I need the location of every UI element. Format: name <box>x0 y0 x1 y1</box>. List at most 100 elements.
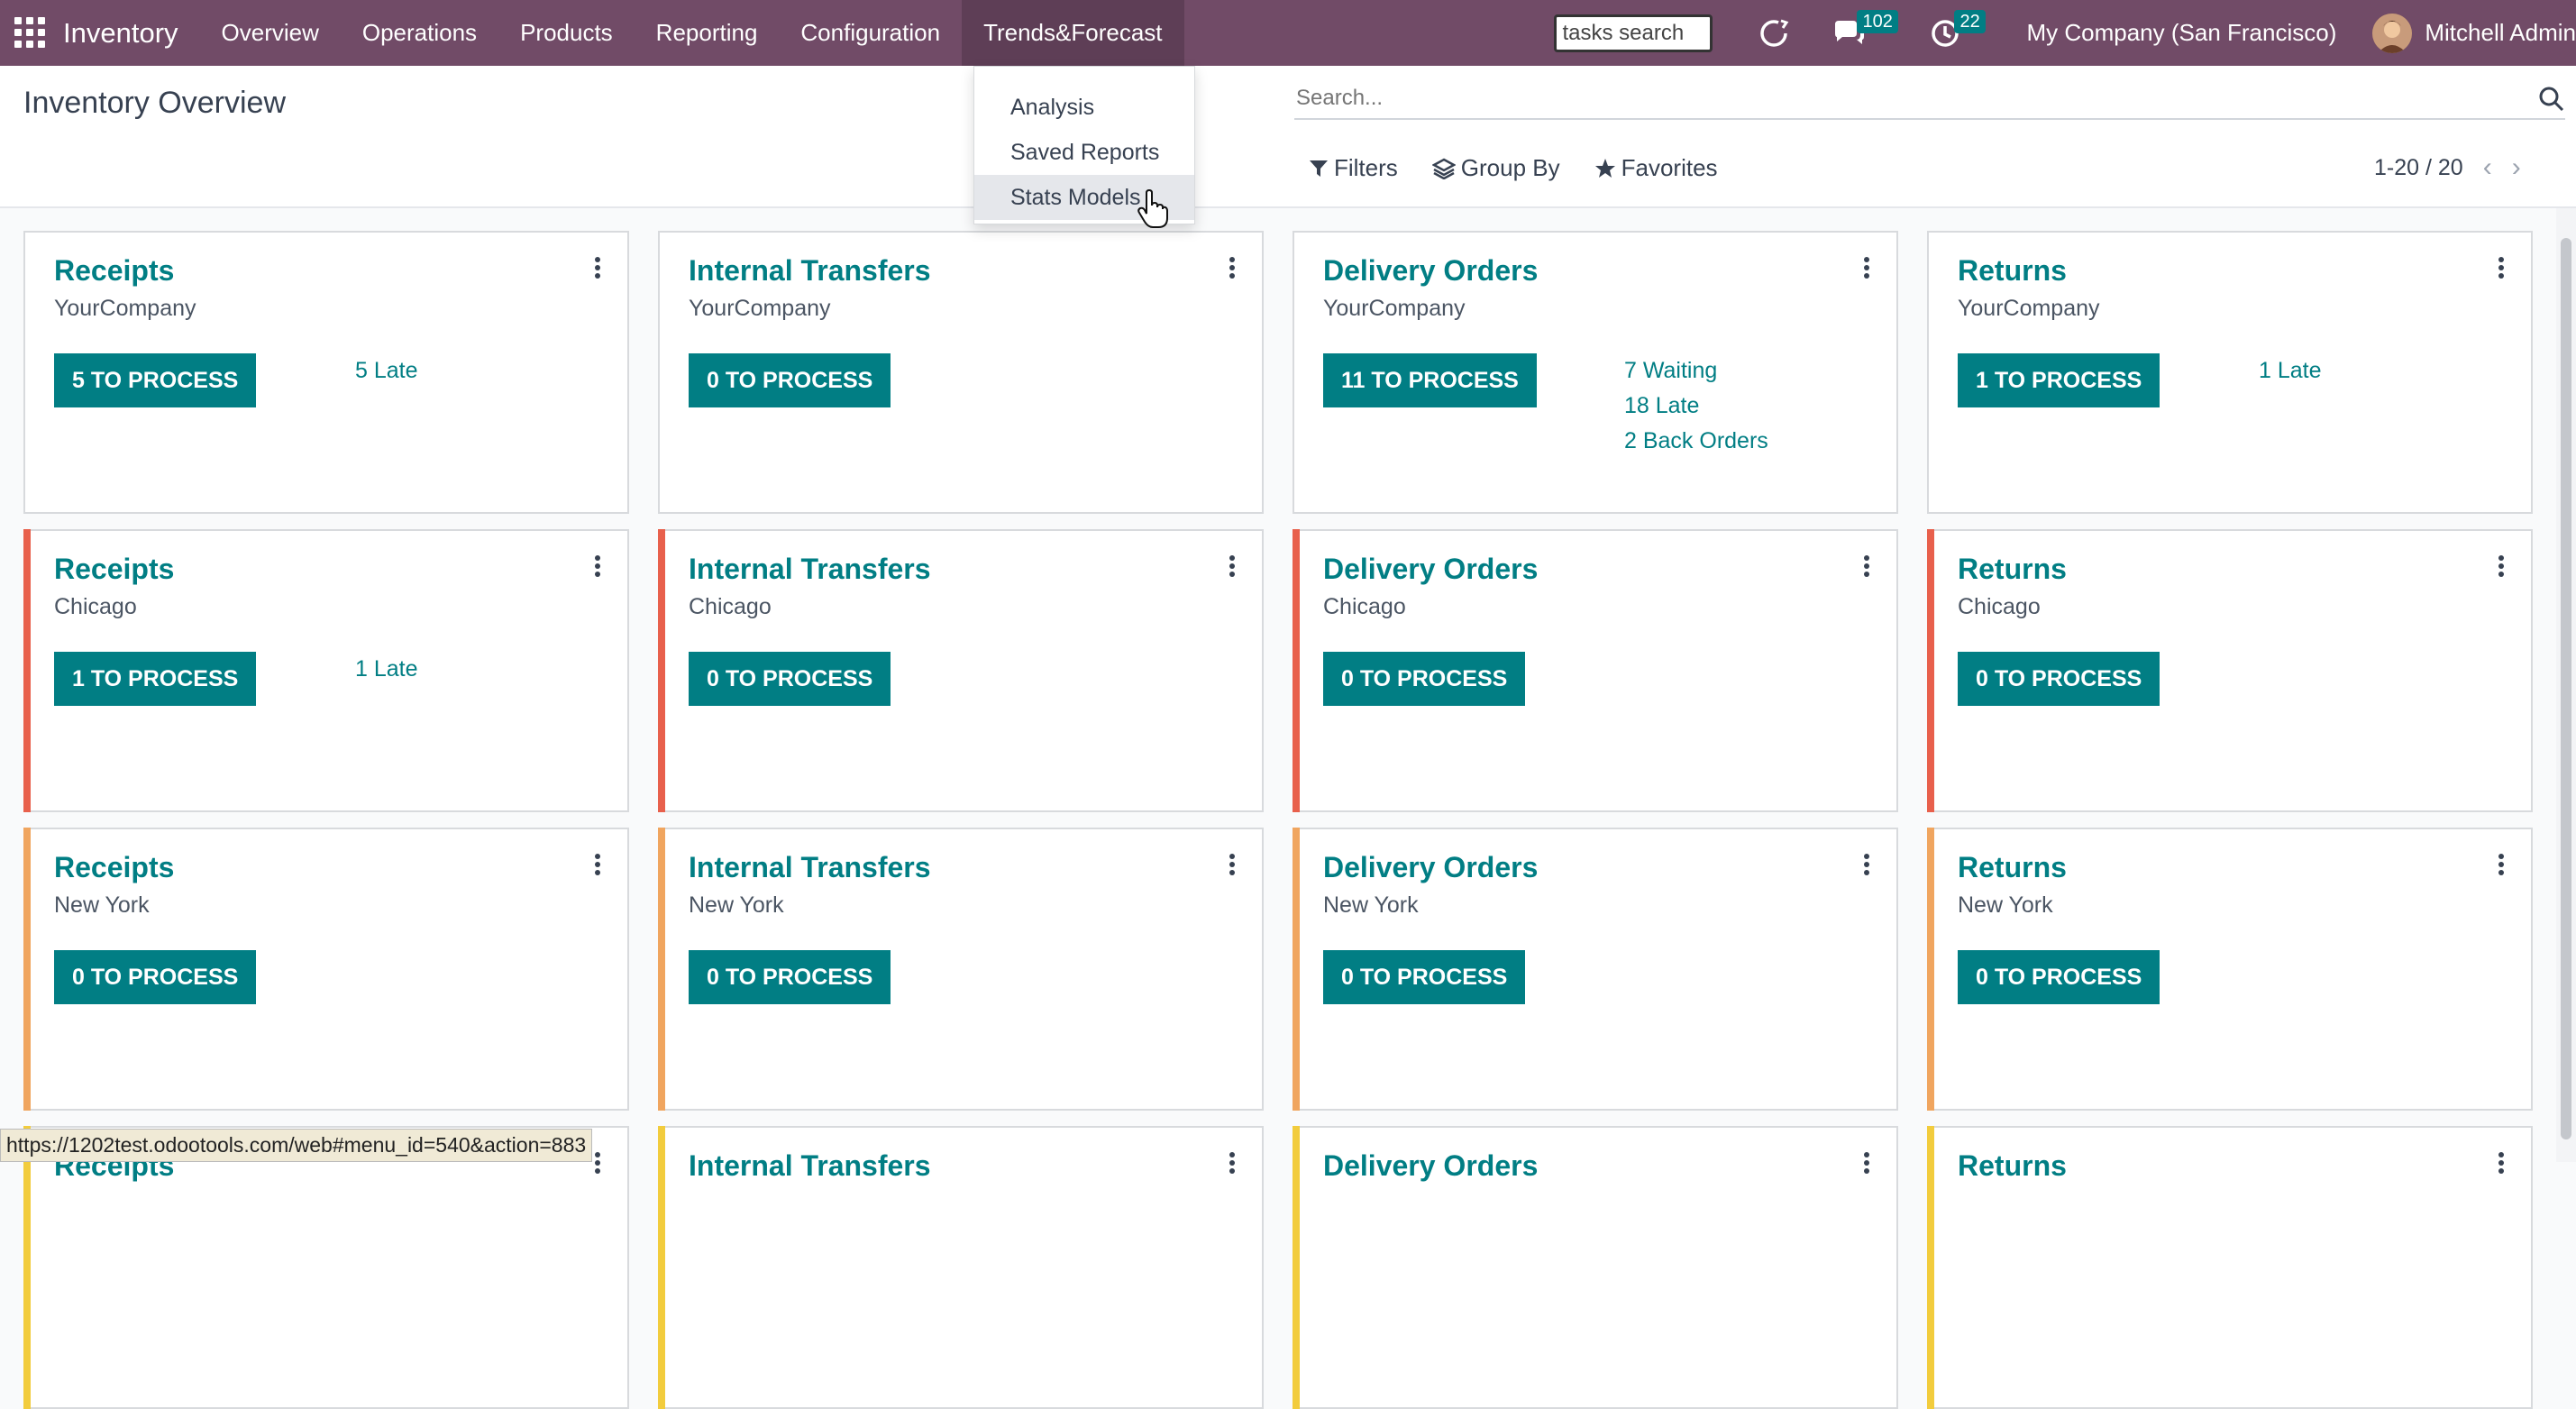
kebab-menu-icon[interactable] <box>2497 256 2506 284</box>
card-warehouse: Chicago <box>1958 594 2041 619</box>
card-color-strip <box>658 529 665 812</box>
menu-overview[interactable]: Overview <box>200 0 341 66</box>
hand-pointer-icon <box>1137 188 1168 233</box>
kebab-menu-icon[interactable] <box>593 554 602 582</box>
card-title[interactable]: Returns <box>1958 851 2067 884</box>
card-warehouse: YourCompany <box>54 296 196 321</box>
card-title[interactable]: Receipts <box>54 851 174 884</box>
filter-funnel-icon <box>1310 160 1328 177</box>
to-process-button[interactable]: 0 TO PROCESS <box>1958 950 2160 1004</box>
picking-type-card: Receipts Chicago 1 TO PROCESS 1 Late <box>23 529 629 812</box>
stat-link[interactable]: 18 Late <box>1624 394 1768 429</box>
kebab-menu-icon[interactable] <box>1862 554 1871 582</box>
user-avatar[interactable] <box>2372 13 2413 53</box>
kebab-menu-icon[interactable] <box>1862 1151 1871 1179</box>
app-brand[interactable]: Inventory <box>63 17 178 50</box>
menu-configuration[interactable]: Configuration <box>779 0 962 66</box>
card-color-strip <box>1927 529 1934 812</box>
search-icon[interactable] <box>2538 86 2565 117</box>
pager-value[interactable]: 1-20 / 20 <box>2374 155 2463 181</box>
picking-type-card: Delivery Orders Chicago 0 TO PROCESS <box>1293 529 1898 812</box>
kebab-menu-icon[interactable] <box>2497 853 2506 881</box>
card-title[interactable]: Delivery Orders <box>1323 1149 1538 1183</box>
messages-icon[interactable]: 102 <box>1832 9 1898 51</box>
apps-grid-icon[interactable] <box>14 16 47 50</box>
favorites-button[interactable]: Favorites <box>1594 154 1718 182</box>
refresh-icon[interactable] <box>1756 15 1792 51</box>
to-process-button[interactable]: 0 TO PROCESS <box>689 353 891 407</box>
card-color-strip <box>1927 828 1934 1111</box>
picking-type-card: Internal Transfers YourCompany 0 TO PROCES… <box>658 231 1264 514</box>
dropdown-item-analysis[interactable]: Analysis <box>974 85 1194 130</box>
stat-link[interactable]: 1 Late <box>355 657 418 692</box>
card-color-strip <box>1293 1126 1300 1409</box>
card-title[interactable]: Delivery Orders <box>1323 851 1538 884</box>
kebab-menu-icon[interactable] <box>1228 554 1237 582</box>
to-process-button[interactable]: 11 TO PROCESS <box>1323 353 1537 407</box>
menu-trends-forecast[interactable]: Trends&Forecast <box>962 0 1184 66</box>
user-name[interactable]: Mitchell Admin <box>2425 19 2576 47</box>
to-process-button[interactable]: 0 TO PROCESS <box>689 950 891 1004</box>
card-title[interactable]: Internal Transfers <box>689 851 931 884</box>
pager: 1-20 / 20 ‹ › <box>2374 152 2521 183</box>
tasks-search-input[interactable] <box>1554 14 1713 52</box>
kebab-menu-icon[interactable] <box>1862 256 1871 284</box>
kebab-menu-icon[interactable] <box>1862 853 1871 881</box>
card-title[interactable]: Delivery Orders <box>1323 553 1538 586</box>
stat-link[interactable]: 5 Late <box>355 359 418 394</box>
menu-reporting[interactable]: Reporting <box>635 0 780 66</box>
stat-link[interactable]: 1 Late <box>2259 359 2322 394</box>
star-icon <box>1594 158 1615 178</box>
dropdown-item-saved-reports[interactable]: Saved Reports <box>974 130 1194 175</box>
card-stats: 5 Late <box>355 359 418 394</box>
company-switcher[interactable]: My Company (San Francisco) <box>2026 19 2336 47</box>
stat-link[interactable]: 2 Back Orders <box>1624 429 1768 464</box>
kebab-menu-icon[interactable] <box>593 1151 602 1179</box>
card-title[interactable]: Returns <box>1958 1149 2067 1183</box>
search-input[interactable] <box>1294 86 2502 111</box>
kebab-menu-icon[interactable] <box>2497 554 2506 582</box>
activities-clock-icon[interactable]: 22 <box>1929 9 1986 51</box>
card-title[interactable]: Returns <box>1958 254 2067 288</box>
to-process-button[interactable]: 0 TO PROCESS <box>1323 652 1526 706</box>
picking-type-card: Receipts YourCompany 5 TO PROCESS 5 Late <box>23 231 629 514</box>
filters-label: Filters <box>1334 154 1398 181</box>
card-color-strip <box>23 828 31 1111</box>
card-title[interactable]: Receipts <box>54 254 174 288</box>
kebab-menu-icon[interactable] <box>1228 853 1237 881</box>
to-process-button[interactable]: 0 TO PROCESS <box>689 652 891 706</box>
filters-button[interactable]: Filters <box>1309 154 1398 182</box>
group-by-button[interactable]: Group By <box>1431 154 1560 182</box>
card-title[interactable]: Internal Transfers <box>689 1149 931 1183</box>
top-navbar: Inventory Overview Operations Products R… <box>0 0 2576 66</box>
to-process-button[interactable]: 0 TO PROCESS <box>1958 652 2160 706</box>
menu-products[interactable]: Products <box>498 0 635 66</box>
card-warehouse: Chicago <box>689 594 772 619</box>
card-warehouse: YourCompany <box>1958 296 2100 321</box>
kebab-menu-icon[interactable] <box>593 256 602 284</box>
messages-badge: 102 <box>1857 9 1898 33</box>
card-warehouse: New York <box>1323 892 1419 918</box>
stat-link[interactable]: 7 Waiting <box>1624 359 1768 394</box>
to-process-button[interactable]: 1 TO PROCESS <box>1958 353 2160 407</box>
card-title[interactable]: Delivery Orders <box>1323 254 1538 288</box>
card-title[interactable]: Internal Transfers <box>689 254 931 288</box>
to-process-button[interactable]: 0 TO PROCESS <box>54 950 257 1004</box>
kebab-menu-icon[interactable] <box>1228 256 1237 284</box>
pager-next-icon[interactable]: › <box>2512 152 2521 183</box>
card-title[interactable]: Internal Transfers <box>689 553 931 586</box>
kebab-menu-icon[interactable] <box>1228 1151 1237 1179</box>
card-title[interactable]: Receipts <box>54 553 174 586</box>
kebab-menu-icon[interactable] <box>593 853 602 881</box>
kebab-menu-icon[interactable] <box>2497 1151 2506 1179</box>
scrollbar-thumb[interactable] <box>2561 238 2571 1139</box>
picking-type-card: Returns Chicago 0 TO PROCESS <box>1927 529 2533 812</box>
to-process-button[interactable]: 0 TO PROCESS <box>1323 950 1526 1004</box>
menu-operations[interactable]: Operations <box>341 0 498 66</box>
to-process-button[interactable]: 5 TO PROCESS <box>54 353 257 407</box>
picking-type-card: Delivery Orders New York 0 TO PROCESS <box>1293 828 1898 1111</box>
pager-previous-icon[interactable]: ‹ <box>2483 152 2492 183</box>
to-process-button[interactable]: 1 TO PROCESS <box>54 652 257 706</box>
card-title[interactable]: Returns <box>1958 553 2067 586</box>
favorites-label: Favorites <box>1621 154 1718 181</box>
